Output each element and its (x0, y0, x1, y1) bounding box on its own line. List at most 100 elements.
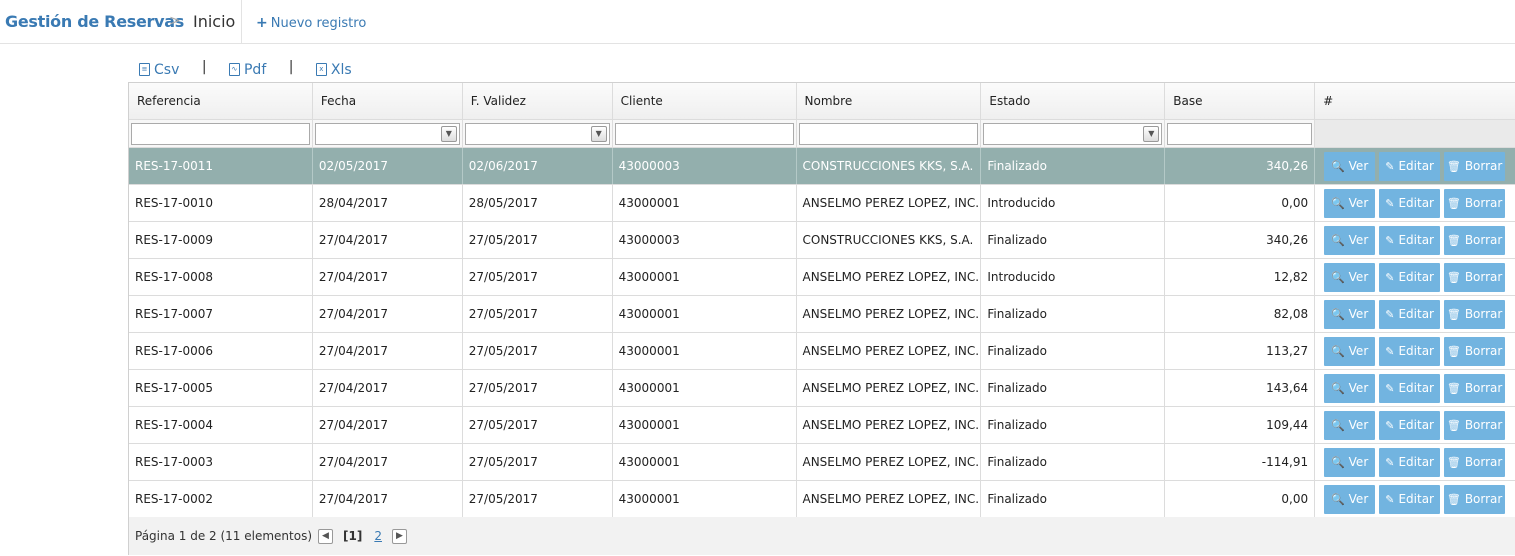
table-row[interactable]: RES-17-0004 27/04/2017 27/05/2017 43000001 A… (129, 407, 1515, 444)
view-button[interactable]: 🔍 Ver (1324, 225, 1376, 255)
view-button-label: Ver (1348, 196, 1369, 210)
view-button[interactable]: 🔍 Ver (1324, 299, 1376, 329)
delete-button[interactable]: 🗑 Borrar (1444, 225, 1506, 255)
plus-icon: + (256, 15, 268, 31)
chevron-down-icon[interactable]: ▼ (590, 125, 607, 142)
view-button[interactable]: 🔍 Ver (1324, 336, 1376, 366)
edit-button[interactable]: ✎ Editar (1379, 225, 1441, 255)
delete-button[interactable]: 🗑 Borrar (1444, 484, 1506, 514)
new-record-label: Nuevo registro (270, 16, 367, 31)
view-button[interactable]: 🔍 Ver (1324, 373, 1376, 403)
column-header-validez[interactable]: F. Validez (463, 83, 613, 119)
export-csv-link[interactable]: ≡ Csv (139, 62, 179, 78)
csv-file-icon: ≡ (139, 63, 150, 76)
edit-button[interactable]: ✎ Editar (1379, 262, 1441, 292)
edit-button[interactable]: ✎ Editar (1379, 299, 1441, 329)
delete-button-label: Borrar (1464, 159, 1503, 173)
trash-icon: 🗑 (1446, 159, 1461, 173)
table-row[interactable]: RES-17-0010 28/04/2017 28/05/2017 43000001 A… (129, 185, 1515, 222)
column-header-fecha[interactable]: Fecha (313, 83, 463, 119)
cell-referencia: RES-17-0011 (129, 148, 313, 184)
cell-referencia: RES-17-0002 (129, 481, 313, 517)
trash-icon: 🗑 (1446, 418, 1461, 432)
cell-referencia: RES-17-0004 (129, 407, 313, 443)
breadcrumb-current: Inicio (193, 12, 236, 31)
delete-button-label: Borrar (1464, 344, 1503, 358)
table-row[interactable]: RES-17-0006 27/04/2017 27/05/2017 43000001 A… (129, 333, 1515, 370)
filter-nombre-input[interactable] (798, 122, 979, 145)
delete-button-label: Borrar (1464, 233, 1503, 247)
cell-referencia: RES-17-0005 (129, 370, 313, 406)
edit-button-label: Editar (1398, 270, 1434, 284)
cell-actions: 🔍 Ver ✎ Editar 🗑 Borrar (1315, 296, 1515, 332)
view-button[interactable]: 🔍 Ver (1324, 484, 1376, 514)
chevron-down-icon[interactable]: ▼ (1143, 125, 1160, 142)
table-row[interactable]: RES-17-0007 27/04/2017 27/05/2017 43000001 A… (129, 296, 1515, 333)
view-button[interactable]: 🔍 Ver (1324, 262, 1376, 292)
cell-cliente: 43000001 (613, 370, 797, 406)
filter-referencia-input[interactable] (131, 122, 310, 145)
pencil-icon: ✎ (1385, 159, 1395, 173)
view-button[interactable]: 🔍 Ver (1324, 447, 1376, 477)
next-page-icon[interactable]: ▶ (391, 528, 407, 544)
column-header-base[interactable]: Base (1165, 83, 1316, 119)
edit-button[interactable]: ✎ Editar (1379, 188, 1441, 218)
edit-button[interactable]: ✎ Editar (1379, 410, 1441, 440)
view-button[interactable]: 🔍 Ver (1324, 151, 1376, 181)
column-header-nombre[interactable]: Nombre (797, 83, 982, 119)
cell-validez: 28/05/2017 (463, 185, 613, 221)
table-row[interactable]: RES-17-0009 27/04/2017 27/05/2017 43000003 C… (129, 222, 1515, 259)
delete-button-label: Borrar (1464, 196, 1503, 210)
column-header-referencia[interactable]: Referencia (129, 83, 313, 119)
chevron-down-icon[interactable]: ▼ (440, 125, 457, 142)
filter-fecha-select[interactable]: ▼ (314, 122, 460, 145)
delete-button[interactable]: 🗑 Borrar (1444, 410, 1506, 440)
filter-validez-select[interactable]: ▼ (464, 122, 610, 145)
column-header-estado[interactable]: Estado (981, 83, 1166, 119)
cell-fecha: 02/05/2017 (313, 148, 463, 184)
view-button[interactable]: 🔍 Ver (1324, 410, 1376, 440)
edit-button[interactable]: ✎ Editar (1379, 484, 1441, 514)
filter-estado-select[interactable]: ▼ (983, 122, 1163, 145)
delete-button[interactable]: 🗑 Borrar (1444, 299, 1506, 329)
table-row[interactable]: RES-17-0005 27/04/2017 27/05/2017 43000001 A… (129, 370, 1515, 407)
breadcrumb-separator: > (169, 13, 181, 29)
edit-button[interactable]: ✎ Editar (1379, 151, 1441, 181)
cell-nombre: CONSTRUCCIONES KKS, S.A. (797, 148, 982, 184)
column-header-cliente[interactable]: Cliente (613, 83, 797, 119)
export-pdf-link[interactable]: ∿ Pdf (228, 62, 266, 78)
trash-icon: 🗑 (1446, 344, 1461, 358)
edit-button[interactable]: ✎ Editar (1379, 373, 1441, 403)
filter-base-input[interactable] (1167, 122, 1313, 145)
search-icon: 🔍 (1330, 418, 1345, 432)
filter-cliente-input[interactable] (614, 122, 794, 145)
table-row[interactable]: RES-17-0008 27/04/2017 27/05/2017 43000001 A… (129, 259, 1515, 296)
app-title[interactable]: Gestión de Reservas (5, 12, 184, 31)
trash-icon: 🗑 (1446, 270, 1461, 284)
delete-button[interactable]: 🗑 Borrar (1444, 188, 1506, 218)
edit-button-label: Editar (1398, 381, 1434, 395)
cell-validez: 27/05/2017 (463, 296, 613, 332)
delete-button[interactable]: 🗑 Borrar (1444, 336, 1506, 366)
prev-page-icon[interactable]: ◀ (318, 528, 334, 544)
cell-fecha: 27/04/2017 (313, 296, 463, 332)
search-icon: 🔍 (1330, 159, 1345, 173)
table-row[interactable]: RES-17-0003 27/04/2017 27/05/2017 43000001 A… (129, 444, 1515, 481)
delete-button[interactable]: 🗑 Borrar (1444, 447, 1506, 477)
delete-button[interactable]: 🗑 Borrar (1444, 262, 1506, 292)
edit-button[interactable]: ✎ Editar (1379, 336, 1441, 366)
view-button-label: Ver (1348, 418, 1369, 432)
cell-referencia: RES-17-0007 (129, 296, 313, 332)
table-row[interactable]: RES-17-0002 27/04/2017 27/05/2017 43000001 A… (129, 481, 1515, 518)
pager-page-2-link[interactable]: 2 (374, 529, 382, 543)
table-row[interactable]: RES-17-0011 02/05/2017 02/06/2017 43000003 C… (129, 148, 1515, 185)
delete-button[interactable]: 🗑 Borrar (1444, 373, 1506, 403)
new-record-button[interactable]: + Nuevo registro (256, 15, 366, 31)
cell-referencia: RES-17-0008 (129, 259, 313, 295)
delete-button[interactable]: 🗑 Borrar (1444, 151, 1506, 181)
view-button[interactable]: 🔍 Ver (1324, 188, 1376, 218)
export-xls-link[interactable]: x Xls (315, 62, 352, 78)
edit-button-label: Editar (1398, 455, 1434, 469)
edit-button[interactable]: ✎ Editar (1379, 447, 1441, 477)
search-icon: 🔍 (1330, 455, 1345, 469)
